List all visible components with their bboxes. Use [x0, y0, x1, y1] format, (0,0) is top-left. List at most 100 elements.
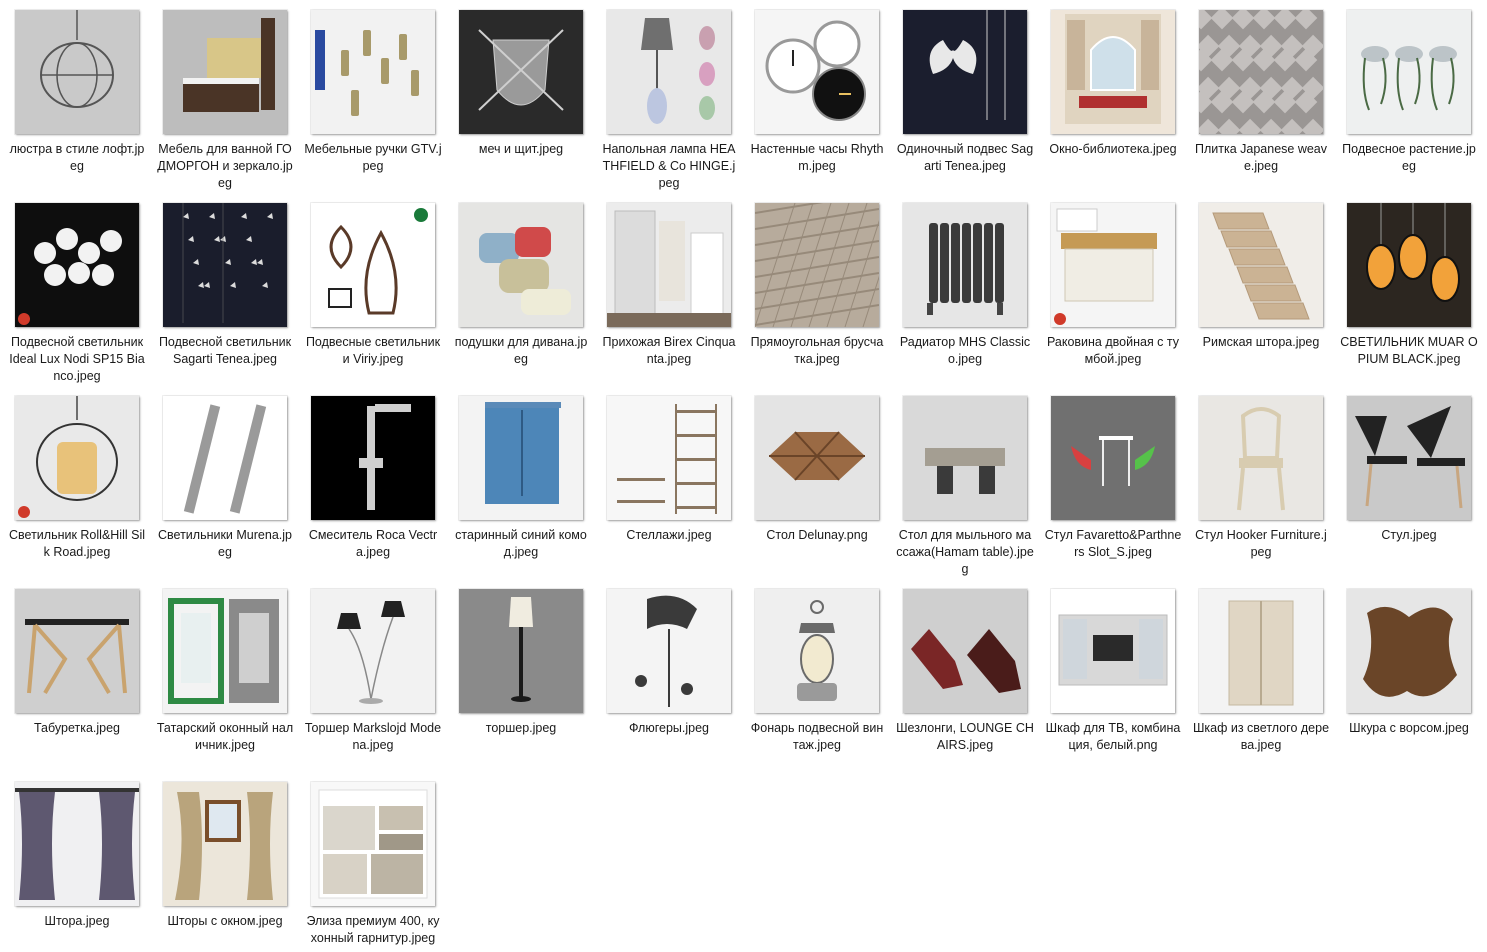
file-name-label: старинный синий комод.jpeg — [455, 528, 587, 559]
chair-thumbnail-image — [1237, 407, 1285, 511]
file-name-label: Стул Hooker Furniture.jpeg — [1195, 528, 1327, 559]
roman-blind-thumbnail-image — [1212, 212, 1310, 320]
chairs-thumbnail — [1051, 396, 1175, 520]
curtains-window-thumbnail — [163, 782, 287, 906]
curtains-window-thumbnail-image — [175, 792, 273, 900]
lantern-thumbnail — [755, 589, 879, 713]
fur-rug-thumbnail-image — [1363, 606, 1457, 697]
blue-dresser-thumbnail — [459, 396, 583, 520]
file-name-label: Шкаф для ТВ, комбинация, белый.png — [1045, 721, 1181, 752]
roman-blind-thumbnail — [1199, 203, 1323, 327]
file-name-label: Светильники Murena.jpeg — [158, 528, 292, 559]
wardrobe-thumbnail — [1199, 589, 1323, 713]
file-name-label: подушки для дивана.jpeg — [454, 335, 588, 366]
pendant-light-thumbnail-image — [18, 228, 122, 325]
chandelier-thumbnail-image — [40, 10, 114, 108]
kitchen-thumbnail — [311, 782, 435, 906]
kitchen-thumbnail-image — [318, 789, 428, 899]
file-name-label: Элиза премиум 400, кухонный гарнитур.jpe… — [306, 914, 440, 945]
stool-thumbnail — [15, 589, 139, 713]
furniture-handles-thumbnail-image — [315, 30, 419, 116]
file-name-label: Стол Delunay.png — [766, 528, 868, 542]
hanging-plant-thumbnail-image — [1361, 46, 1457, 111]
lounge-chairs-thumbnail — [903, 589, 1027, 713]
file-name-label: Прихожая Birex Cinquanta.jpeg — [602, 335, 736, 366]
sword-shield-thumbnail — [459, 10, 583, 134]
floor-lamp-thumbnail-image — [337, 601, 405, 704]
file-name-label: Шкура с ворсом.jpeg — [1349, 721, 1469, 735]
wardrobe-thumbnail-image — [1228, 600, 1294, 706]
hamam-table-thumbnail — [903, 396, 1027, 520]
wall-clocks-thumbnail — [755, 10, 879, 134]
file-name-label: меч и щит.jpeg — [478, 142, 564, 156]
file-name-label: Раковина двойная с тумбой.jpeg — [1046, 335, 1180, 366]
hanging-plant-thumbnail — [1347, 10, 1471, 134]
file-name-label: Мебельные ручки GTV.jpeg — [304, 142, 442, 173]
pendant-light-thumbnail-image — [182, 203, 273, 323]
file-name-label: Штора.jpeg — [44, 914, 110, 928]
bathroom-furniture-thumbnail-image — [183, 18, 275, 112]
file-name-label: люстра в стиле лофт.jpeg — [9, 142, 145, 173]
light-thumbnail-image — [18, 396, 118, 518]
shower-mixer-thumbnail — [311, 396, 435, 520]
pillows-thumbnail-image — [479, 227, 571, 315]
window-library-thumbnail-image — [1065, 14, 1161, 124]
file-name-label: Римская штора.jpeg — [1202, 335, 1320, 349]
chair-thumbnail-image — [1355, 406, 1465, 509]
radiator-thumbnail-image — [927, 223, 1004, 315]
shelves-thumbnail — [607, 396, 731, 520]
file-name-label: Стеллажи.jpeg — [626, 528, 712, 542]
table-thumbnail — [755, 396, 879, 520]
file-name-label: Мебель для ванной ГОДМОРГОН и зеркало.jp… — [157, 142, 293, 190]
weathervane-thumbnail-image — [635, 595, 697, 707]
tile-thumbnail-image — [1199, 10, 1323, 134]
file-name-label: торшер.jpeg — [485, 721, 557, 735]
lamps-thumbnail-image — [1366, 203, 1460, 302]
curtain-thumbnail-image — [15, 788, 139, 900]
file-name-label: Прямоугольная брусчатка.jpeg — [750, 335, 884, 366]
lights-thumbnail-image — [183, 404, 267, 514]
chandelier-thumbnail — [15, 10, 139, 134]
window-frame-thumbnail-image — [168, 598, 279, 704]
file-name-label: Стул Favaretto&Parthners Slot_S.jpeg — [1044, 528, 1182, 559]
file-name-label: Окно-библиотека.jpeg — [1049, 142, 1177, 156]
floor-lamp-thumbnail — [459, 589, 583, 713]
floor-lamp-thumbnail-image — [641, 18, 715, 124]
lounge-chairs-thumbnail-image — [911, 629, 1021, 693]
stool-thumbnail-image — [25, 619, 129, 695]
tile-thumbnail — [1199, 10, 1323, 134]
file-name-label: Подвесные светильники Viriy.jpeg — [305, 335, 441, 366]
file-name-label: Подвесное растение.jpeg — [1342, 142, 1476, 173]
fur-rug-thumbnail — [1347, 589, 1471, 713]
file-name-label: Подвесной светильник Sagarti Tenea.jpeg — [158, 335, 292, 366]
window-library-thumbnail — [1051, 10, 1175, 134]
lights-thumbnail — [163, 396, 287, 520]
file-name-label: СВЕТИЛЬНИК MUAR OPIUM BLACK.jpeg — [1340, 335, 1478, 366]
bathroom-furniture-thumbnail — [163, 10, 287, 134]
double-sink-thumbnail — [1051, 203, 1175, 327]
pendant-lights-thumbnail-image — [328, 208, 428, 315]
light-thumbnail — [15, 396, 139, 520]
chair-thumbnail — [1347, 396, 1471, 520]
file-name-label: Смеситель Roca Vectra.jpeg — [308, 528, 438, 559]
wall-clocks-thumbnail-image — [765, 20, 866, 121]
floor-lamp-thumbnail-image — [509, 597, 533, 702]
pendant-light-thumbnail — [163, 203, 287, 327]
table-thumbnail-image — [769, 431, 865, 481]
lamps-thumbnail — [1347, 203, 1471, 327]
file-name-label: Табуретка.jpeg — [33, 721, 121, 735]
pendant-thumbnail-image — [929, 10, 1006, 120]
chair-thumbnail — [1199, 396, 1323, 520]
furniture-handles-thumbnail — [311, 10, 435, 134]
paving-thumbnail-image — [755, 203, 879, 327]
file-name-label: Шезлонги, LOUNGE CHAIRS.jpeg — [896, 721, 1034, 752]
file-name-label: Шкаф из светлого дерева.jpeg — [1192, 721, 1330, 752]
file-name-label: Стул.jpeg — [1381, 528, 1437, 542]
pillows-thumbnail — [459, 203, 583, 327]
shelves-thumbnail-image — [617, 404, 717, 514]
paving-thumbnail — [755, 203, 879, 327]
pendant-light-thumbnail — [15, 203, 139, 327]
window-frame-thumbnail — [163, 589, 287, 713]
hallway-thumbnail-image — [607, 210, 731, 327]
hamam-table-thumbnail-image — [925, 448, 1005, 494]
